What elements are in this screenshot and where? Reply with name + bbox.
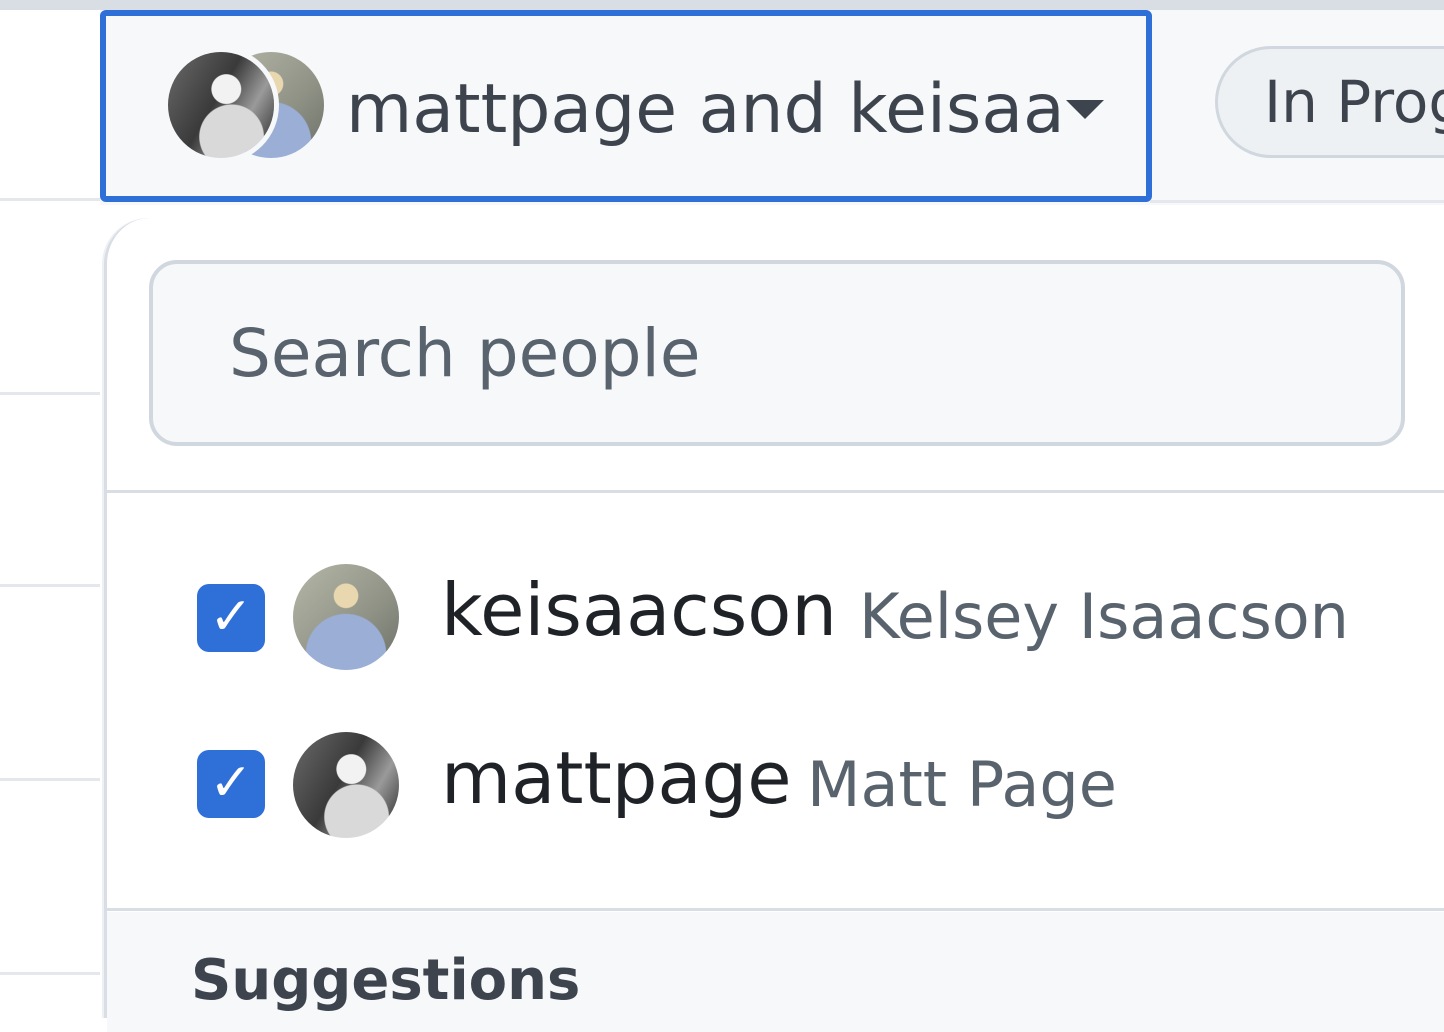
header-divider: [1150, 200, 1444, 203]
avatar-mattpage: [293, 732, 399, 838]
triangle-down-icon: [1066, 100, 1104, 119]
status-pill[interactable]: In Prog: [1215, 46, 1444, 158]
username: mattpage: [441, 736, 792, 820]
user-row-mattpage[interactable]: ✓ mattpage Matt Page: [107, 730, 1444, 850]
full-name: Kelsey Isaacson: [859, 580, 1349, 653]
user-row-keisaacson[interactable]: ✓ keisaacson Kelsey Isaacson: [107, 564, 1444, 684]
grid-row-divider: [0, 584, 100, 587]
assignees-label: mattpage and keisaa: [346, 70, 1065, 149]
full-name: Matt Page: [807, 748, 1117, 821]
search-people-input[interactable]: [153, 264, 1401, 442]
checkmark-icon[interactable]: ✓: [197, 750, 265, 818]
grid-row-divider: [0, 972, 100, 975]
grid-row-divider: [0, 392, 100, 395]
assignee-picker-panel: ✓ keisaacson Kelsey Isaacson ✓ mattpage …: [104, 218, 1444, 1032]
page-top-border: [0, 0, 1444, 10]
background-grid-column: [0, 10, 100, 996]
suggestions-divider: [107, 908, 1444, 911]
avatar-mattpage: [168, 52, 274, 158]
assignees-dropdown-trigger[interactable]: mattpage and keisaa: [100, 10, 1152, 202]
search-box: [149, 260, 1405, 446]
avatar-keisaacson: [293, 564, 399, 670]
assignee-avatar-stack: [168, 52, 328, 162]
username: keisaacson: [441, 568, 837, 652]
suggestions-heading: Suggestions: [191, 948, 581, 1013]
grid-row-divider: [0, 778, 100, 781]
grid-row-divider: [0, 198, 100, 201]
checkmark-icon[interactable]: ✓: [197, 584, 265, 652]
search-divider: [107, 490, 1444, 493]
